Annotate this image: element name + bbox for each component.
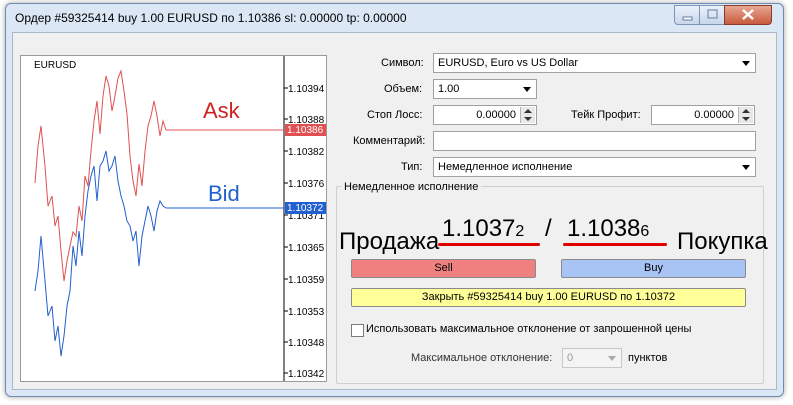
volume-label: Объем:	[384, 83, 423, 95]
ask-price-underline	[563, 243, 667, 246]
execution-group-title: Немедленное исполнение	[341, 181, 482, 193]
points-label: пунктов	[628, 352, 668, 364]
symbol-value: EURUSD, Euro vs US Dollar	[438, 57, 578, 69]
maximize-icon	[707, 9, 718, 19]
tick-chart-svg: EURUSD 1.103941.103881.103821.103761.103…	[34, 56, 326, 381]
ask-label: Ask	[203, 98, 241, 123]
take-profit-input[interactable]: 0.00000	[651, 105, 755, 125]
stop-loss-input[interactable]: 0.00000	[433, 105, 537, 125]
y-axis-tick-label: 1.10359	[288, 275, 325, 286]
comment-input[interactable]	[433, 131, 756, 151]
buy-text: Покупка	[677, 228, 768, 255]
take-profit-spinner[interactable]	[738, 107, 753, 123]
stop-loss-value: 0.00000	[476, 109, 516, 121]
bid-series-line	[34, 150, 167, 357]
y-axis-tick-label: 1.10365	[288, 243, 325, 254]
minimize-icon	[682, 16, 693, 21]
arrow-up-icon	[742, 109, 750, 113]
bid-price: 1.10372	[442, 215, 524, 243]
ask-price-tag-text: 1.10386	[287, 125, 324, 136]
take-profit-value: 0.00000	[694, 109, 734, 121]
arrow-up-icon	[524, 109, 532, 113]
y-axis-tick-label: 1.10342	[288, 369, 325, 380]
chevron-down-icon	[742, 61, 750, 66]
bid-price-tag-text: 1.10372	[287, 203, 324, 214]
chart-symbol-label: EURUSD	[34, 60, 76, 71]
ask-price: 1.10386	[567, 215, 649, 243]
symbol-label: Символ:	[381, 57, 424, 69]
arrow-down-icon	[524, 117, 532, 121]
max-deviation-checkbox-label: Использовать максимальное отклонение от …	[366, 323, 692, 335]
type-label: Тип:	[401, 161, 423, 173]
y-axis-tick-label: 1.10348	[288, 338, 325, 349]
comment-label: Комментарий:	[353, 135, 426, 147]
bid-label: Bid	[208, 181, 240, 206]
volume-combobox[interactable]: 1.00	[433, 79, 537, 99]
arrow-down-icon	[742, 117, 750, 121]
max-deviation-combobox[interactable]: 0	[562, 348, 622, 368]
max-deviation-value: 0	[567, 352, 574, 364]
volume-value: 1.00	[438, 83, 460, 95]
sell-button[interactable]: Sell	[351, 259, 536, 278]
bid-price-main: 1.1037	[442, 215, 516, 242]
chevron-down-icon	[523, 87, 531, 92]
bid-price-last-digit: 2	[515, 223, 525, 240]
minimize-button[interactable]	[674, 5, 701, 25]
max-deviation-checkbox[interactable]	[351, 324, 364, 337]
ask-series-line	[34, 69, 167, 282]
price-separator: /	[545, 215, 552, 242]
buy-button[interactable]: Buy	[561, 259, 746, 278]
stop-loss-spinner[interactable]	[520, 107, 535, 123]
stop-loss-label: Стоп Лосс:	[367, 109, 423, 121]
max-deviation-label: Максимальное отклонение:	[411, 352, 553, 364]
ask-price-main: 1.1038	[567, 215, 641, 242]
title-bar[interactable]: Ордер #59325414 buy 1.00 EURUSD по 1.103…	[6, 4, 783, 32]
chevron-down-icon	[742, 165, 750, 170]
close-icon	[742, 9, 754, 20]
type-dropdown[interactable]: Немедленное исполнение	[433, 157, 756, 177]
close-button[interactable]	[724, 5, 772, 25]
tick-chart: EURUSD 1.10394 1.10388 1.10382 1.10376 1.103…	[20, 55, 327, 382]
y-axis-tick-label: 1.10382	[288, 147, 325, 158]
maximize-button[interactable]	[699, 5, 726, 25]
window-title: Ордер #59325414 buy 1.00 EURUSD по 1.103…	[15, 11, 407, 25]
ask-price-last-digit: 6	[640, 223, 650, 240]
type-value: Немедленное исполнение	[438, 161, 573, 173]
bid-price-underline	[438, 243, 540, 246]
take-profit-label: Тейк Профит:	[571, 109, 641, 121]
y-axis-tick-label: 1.10394	[288, 84, 325, 95]
y-axis-tick-label: 1.10353	[288, 307, 325, 318]
symbol-dropdown[interactable]: EURUSD, Euro vs US Dollar	[433, 53, 756, 73]
close-position-button[interactable]: Закрыть #59325414 buy 1.00 EURUSD по 1.1…	[351, 288, 746, 307]
y-axis-tick-label: 1.10376	[288, 179, 325, 190]
sell-text: Продажа	[339, 228, 440, 255]
chevron-down-icon	[608, 356, 616, 361]
